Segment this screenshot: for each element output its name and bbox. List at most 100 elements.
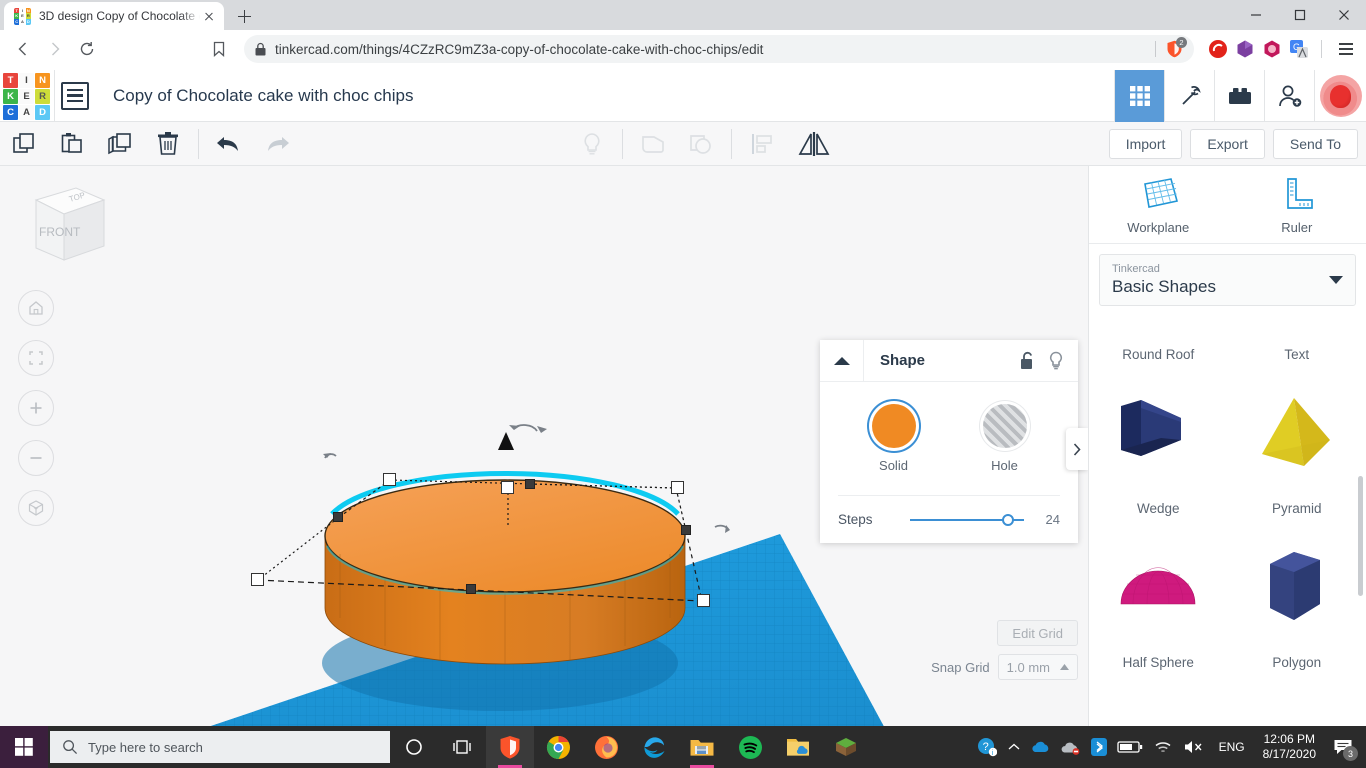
panel-toggle-button[interactable] [1066, 428, 1088, 470]
reload-button[interactable] [72, 34, 102, 64]
edge-icon[interactable] [630, 726, 678, 768]
import-button[interactable]: Import [1108, 128, 1183, 159]
ortho-toggle-button[interactable] [18, 490, 54, 526]
header-divider [54, 69, 55, 122]
resize-handle-br[interactable] [697, 594, 710, 607]
project-list-button[interactable] [61, 81, 89, 110]
invite-button[interactable] [1264, 69, 1314, 122]
chevron-up-icon[interactable] [1007, 741, 1021, 753]
3d-canvas[interactable]: TOP FRONT Edit Grid Snap Grid 1.0 mm Sha… [0, 166, 1088, 726]
bluetooth-icon[interactable] [1090, 738, 1107, 756]
spotify-icon[interactable] [726, 726, 774, 768]
blocks-button[interactable] [1214, 69, 1264, 122]
redo-button[interactable] [253, 122, 301, 166]
align-button[interactable] [738, 122, 786, 166]
resize-handle-tl[interactable] [383, 473, 396, 486]
svg-text:?: ? [982, 741, 988, 753]
notification-button[interactable]: 3 [1326, 726, 1360, 768]
onedrive-folder-icon[interactable] [774, 726, 822, 768]
shape-item-pyramid[interactable]: Pyramid [1228, 372, 1366, 526]
firefox-icon[interactable] [582, 726, 630, 768]
cloud-blocked-icon[interactable] [1061, 740, 1081, 755]
tinkercad-logo[interactable]: T I N K E R C A D [2, 72, 50, 120]
taskbar-search[interactable]: Type here to search [50, 731, 390, 763]
zoom-in-button[interactable] [18, 390, 54, 426]
shape-item-round-roof[interactable]: Round Roof [1089, 316, 1228, 372]
home-view-button[interactable] [18, 290, 54, 326]
speaker-muted-icon[interactable] [1183, 739, 1205, 755]
snap-grid-select[interactable]: 1.0 mm [997, 654, 1078, 680]
copy-button[interactable] [0, 122, 48, 166]
hole-swatch [982, 404, 1027, 448]
edge-handle-right[interactable] [681, 525, 691, 535]
wifi-icon[interactable] [1153, 739, 1173, 755]
solid-option[interactable]: Solid [871, 404, 916, 473]
browser-menu-button[interactable] [1334, 37, 1358, 61]
resize-handle-top-mid[interactable] [501, 481, 514, 494]
mirror-button[interactable] [786, 122, 842, 166]
back-button[interactable] [8, 34, 38, 64]
edge-handle-bottom[interactable] [466, 584, 476, 594]
tab-close-icon[interactable] [200, 7, 218, 25]
shape-item-polygon[interactable]: Polygon [1228, 526, 1366, 680]
maximize-button[interactable] [1278, 0, 1322, 30]
cortana-icon[interactable] [390, 726, 438, 768]
fit-view-button[interactable] [18, 340, 54, 376]
export-button[interactable]: Export [1190, 128, 1265, 159]
slider-knob[interactable] [1002, 513, 1015, 526]
help-icon[interactable]: ? i [977, 737, 997, 757]
logo-tile-k: K [3, 88, 18, 104]
task-view-icon[interactable] [438, 726, 486, 768]
resize-handle-bl[interactable] [251, 573, 264, 586]
user-avatar[interactable] [1314, 69, 1366, 122]
onedrive-icon[interactable] [1031, 740, 1051, 754]
zoom-out-button[interactable] [18, 440, 54, 476]
minecraft-icon[interactable] [822, 726, 870, 768]
file-explorer-icon[interactable] [678, 726, 726, 768]
brave-icon[interactable] [486, 726, 534, 768]
battery-icon[interactable] [1116, 740, 1143, 754]
edge-handle-left[interactable] [333, 512, 343, 522]
minimize-button[interactable] [1234, 0, 1278, 30]
browser-tab[interactable]: TIN KER CAD 3D design Copy of Chocolate … [4, 2, 224, 30]
undo-button[interactable] [205, 122, 253, 166]
view-cube[interactable]: TOP FRONT [18, 180, 108, 270]
edit-grid-button[interactable]: Edit Grid [997, 620, 1078, 646]
new-tab-button[interactable] [230, 2, 258, 30]
duplicate-button[interactable] [96, 122, 144, 166]
workplane-tool[interactable]: Workplane [1089, 166, 1228, 243]
shape-library-dropdown[interactable]: Tinkercad Basic Shapes [1099, 254, 1356, 306]
url-bar[interactable]: tinkercad.com/things/4CZzRC9mZ3a-copy-of… [244, 35, 1194, 63]
shape-library-grid[interactable]: Round Roof Text Wedge Pyramid Half Spher… [1089, 316, 1366, 726]
shape-item-wedge[interactable]: Wedge [1089, 372, 1228, 526]
light-button[interactable] [568, 122, 616, 166]
send-to-button[interactable]: Send To [1272, 128, 1358, 159]
start-button[interactable] [0, 726, 48, 768]
shape-item-text[interactable]: Text [1228, 316, 1366, 372]
chrome-icon[interactable] [534, 726, 582, 768]
close-button[interactable] [1322, 0, 1366, 30]
steps-slider[interactable] [910, 513, 1024, 527]
ungroup-button[interactable] [677, 122, 725, 166]
ruler-tool[interactable]: Ruler [1228, 166, 1366, 243]
brave-shield-icon[interactable]: 2 [1164, 37, 1187, 59]
shape-item-half-sphere[interactable]: Half Sphere [1089, 526, 1228, 680]
edge-handle-top[interactable] [525, 479, 535, 489]
shapes-scrollbar[interactable] [1358, 476, 1363, 596]
language-indicator[interactable]: ENG [1219, 740, 1245, 754]
dropdown-title: Basic Shapes [1112, 277, 1216, 296]
document-title[interactable]: Copy of Chocolate cake with choc chips [113, 86, 414, 106]
paste-button[interactable] [48, 122, 96, 166]
grid-view-button[interactable] [1114, 69, 1164, 122]
group-button[interactable] [629, 122, 677, 166]
forward-button[interactable] [40, 34, 70, 64]
delete-button[interactable] [144, 122, 192, 166]
minecraft-button[interactable] [1164, 69, 1214, 122]
inspector-collapse-button[interactable] [820, 339, 864, 382]
hole-option[interactable]: Hole [982, 404, 1027, 473]
bookmark-button[interactable] [204, 34, 234, 64]
taskbar-clock[interactable]: 12:06 PM 8/17/2020 [1263, 732, 1316, 762]
lightbulb-icon[interactable] [1048, 351, 1064, 371]
resize-handle-tr[interactable] [671, 481, 684, 494]
unlock-icon[interactable] [1020, 351, 1036, 370]
